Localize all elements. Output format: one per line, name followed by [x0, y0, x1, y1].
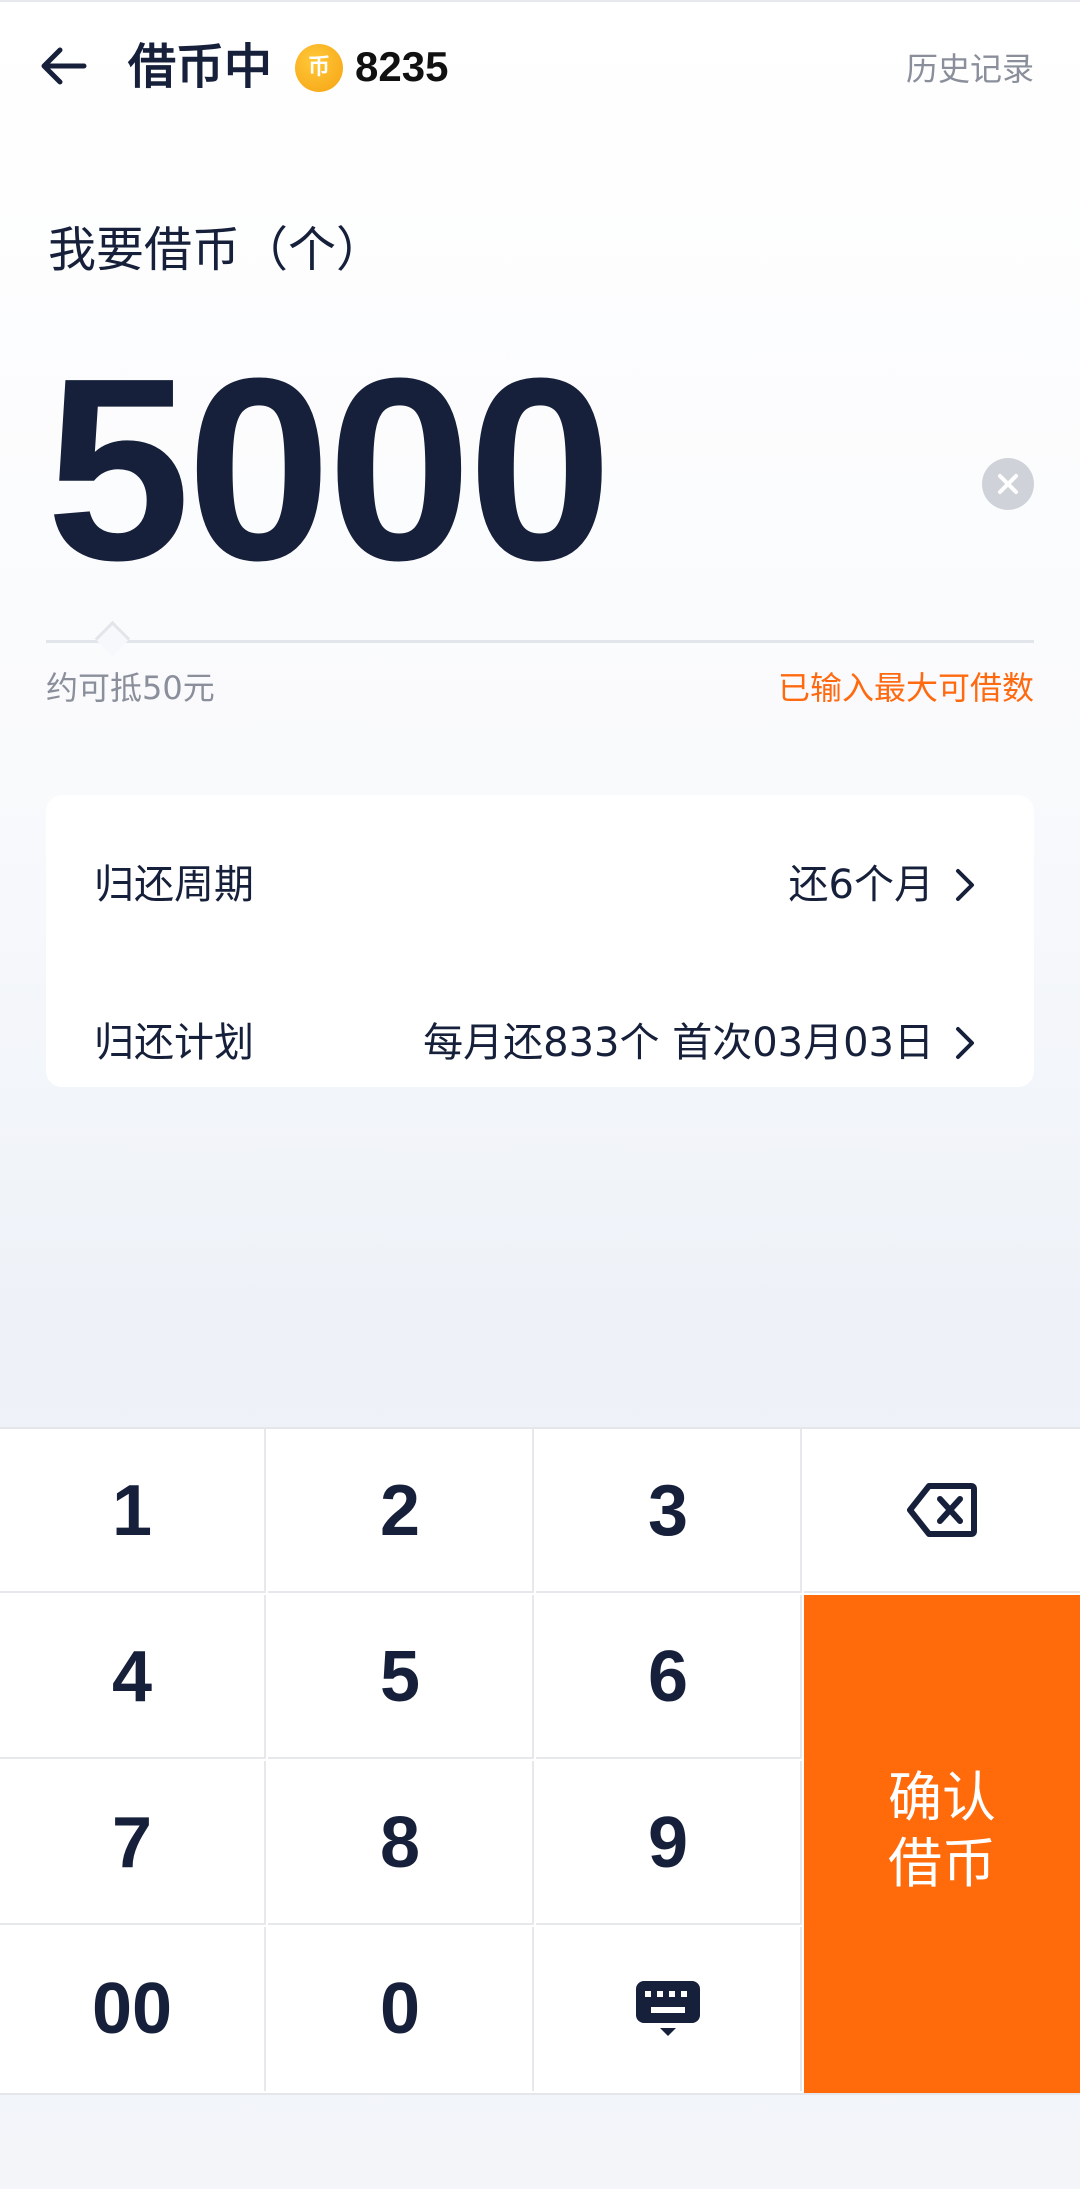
- borrow-amount-input[interactable]: 5000: [46, 335, 612, 605]
- repayment-period-row[interactable]: 归还周期 还6个月: [46, 845, 1034, 925]
- equivalent-hint: 约可抵50元: [46, 669, 215, 707]
- numeric-keypad: 1 2 3 4 5 6 7 8 9 00 0 确认 借币: [0, 1427, 1080, 2095]
- back-button[interactable]: [36, 40, 92, 96]
- repayment-plan-value: 每月还833个 首次03月03日: [423, 1020, 934, 1066]
- key-0[interactable]: 0: [268, 1927, 534, 2091]
- amount-divider: [46, 640, 1034, 643]
- key-1[interactable]: 1: [0, 1429, 266, 1593]
- confirm-borrow-button[interactable]: 确认 借币: [804, 1595, 1080, 2093]
- chevron-right-icon: [956, 869, 974, 901]
- key-4[interactable]: 4: [0, 1595, 266, 1759]
- page-title: 借币中: [128, 39, 273, 95]
- repayment-period-value: 还6个月: [788, 862, 934, 908]
- key-6[interactable]: 6: [536, 1595, 802, 1759]
- backspace-key[interactable]: [804, 1429, 1080, 1593]
- chevron-right-icon: [956, 1027, 974, 1059]
- repayment-plan-label: 归还计划: [94, 1020, 254, 1066]
- keyboard-icon: [636, 1981, 700, 2036]
- key-9[interactable]: 9: [536, 1761, 802, 1925]
- max-amount-hint: 已输入最大可借数: [777, 669, 1034, 707]
- key-3[interactable]: 3: [536, 1429, 802, 1593]
- key-8[interactable]: 8: [268, 1761, 534, 1925]
- divider-notch: [94, 620, 131, 657]
- history-link[interactable]: 历史记录: [906, 44, 1034, 94]
- borrow-label: 我要借币（个）: [48, 222, 385, 278]
- key-5[interactable]: 5: [268, 1595, 534, 1759]
- clear-button[interactable]: [982, 458, 1034, 510]
- key-00[interactable]: 00: [0, 1927, 266, 2091]
- repayment-card: 归还周期 还6个月 归还计划 每月还833个 首次03月03日: [46, 795, 1034, 1087]
- confirm-borrow-label-line1: 确认: [888, 1766, 996, 1829]
- arrow-left-icon: [41, 47, 87, 85]
- confirm-borrow-label-line2: 借币: [888, 1832, 996, 1895]
- coin-icon-symbol: 币: [307, 55, 330, 80]
- coin-icon: 币: [295, 44, 343, 92]
- repayment-period-label: 归还周期: [94, 862, 254, 908]
- close-icon: [998, 474, 1018, 494]
- key-7[interactable]: 7: [0, 1761, 266, 1925]
- coin-balance: 8235: [355, 43, 449, 90]
- repayment-plan-row[interactable]: 归还计划 每月还833个 首次03月03日: [46, 1003, 1034, 1083]
- backspace-icon: [907, 1483, 977, 1537]
- key-2[interactable]: 2: [268, 1429, 534, 1593]
- header: 借币中 币 8235 历史记录: [0, 0, 1080, 135]
- hide-keyboard-key[interactable]: [536, 1927, 802, 2091]
